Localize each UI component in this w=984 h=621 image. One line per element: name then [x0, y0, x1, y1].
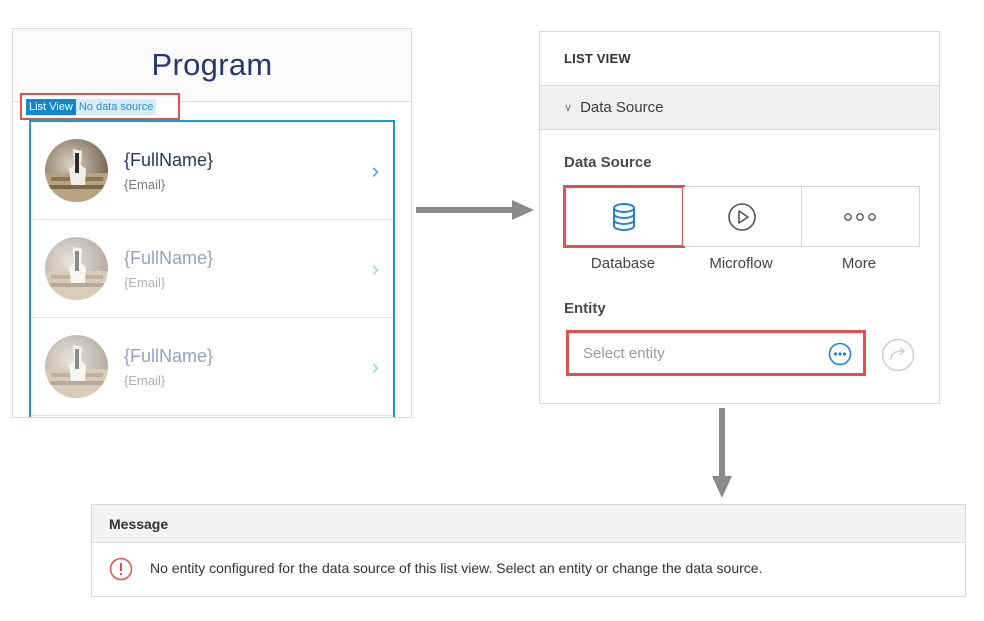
list-item[interactable]: {FullName} {Email} ›: [31, 122, 393, 220]
full-name: {FullName}: [124, 248, 214, 268]
data-source-option-labels: Database Microflow More: [564, 255, 918, 272]
entity-placeholder: Select entity: [583, 345, 665, 362]
list-view-properties-panel: LIST VIEW ∨ Data Source Data Source Data…: [539, 31, 940, 404]
more-label: More: [841, 255, 877, 272]
message-header: Message: [92, 505, 965, 543]
data-source-label: Data Source: [564, 154, 652, 171]
program-header: Program: [13, 29, 411, 102]
widget-type-label: List View: [26, 98, 76, 115]
go-to-entity-icon[interactable]: [881, 338, 915, 372]
microflow-option-button[interactable]: [683, 187, 802, 246]
data-source-status: No data source: [75, 98, 157, 115]
email: {Email}: [124, 373, 166, 388]
ellipsis-icon: [844, 212, 877, 221]
panel-header: LIST VIEW: [564, 51, 631, 66]
chevron-down-icon: ∨: [564, 102, 573, 114]
data-source-options: [562, 185, 920, 248]
message-text: No entity configured for the data source…: [150, 560, 763, 576]
data-source-section-toggle[interactable]: ∨ Data Source: [540, 85, 939, 130]
avatar: [45, 237, 108, 300]
program-page-preview: Program {FullName} {Email} › {FullName} …: [12, 28, 412, 418]
chevron-right-icon[interactable]: ›: [372, 258, 379, 280]
arrow-down-icon: [712, 408, 732, 498]
arrow-right-icon: [416, 200, 534, 220]
warning-icon: [109, 557, 133, 581]
full-name: {FullName}: [124, 150, 214, 170]
message-row[interactable]: No entity configured for the data source…: [92, 543, 965, 595]
chevron-right-icon[interactable]: ›: [372, 160, 379, 182]
list-view-tag[interactable]: List View No data source: [20, 93, 180, 120]
avatar: [45, 335, 108, 398]
play-circle-icon: [728, 202, 756, 231]
database-icon: [612, 202, 635, 231]
email: {Email}: [124, 177, 166, 192]
email: {Email}: [124, 275, 166, 290]
more-option-button[interactable]: [801, 187, 919, 246]
full-name: {FullName}: [124, 346, 214, 366]
entity-select-field[interactable]: Select entity: [566, 330, 866, 376]
page-title: Program: [151, 47, 273, 82]
list-view-widget[interactable]: {FullName} {Email} › {FullName} {Email} …: [29, 120, 395, 417]
message-panel: Message No entity configured for the dat…: [91, 504, 966, 597]
microflow-label: Microflow: [709, 255, 773, 272]
database-option-button[interactable]: [562, 185, 686, 248]
list-item[interactable]: {FullName} {Email} ›: [31, 220, 393, 318]
avatar: [45, 139, 108, 202]
select-entity-icon[interactable]: [828, 342, 852, 366]
section-title: Data Source: [580, 99, 664, 116]
entity-label: Entity: [564, 300, 606, 317]
list-item[interactable]: {FullName} {Email} ›: [31, 318, 393, 416]
database-label: Database: [590, 255, 656, 272]
chevron-right-icon[interactable]: ›: [372, 356, 379, 378]
